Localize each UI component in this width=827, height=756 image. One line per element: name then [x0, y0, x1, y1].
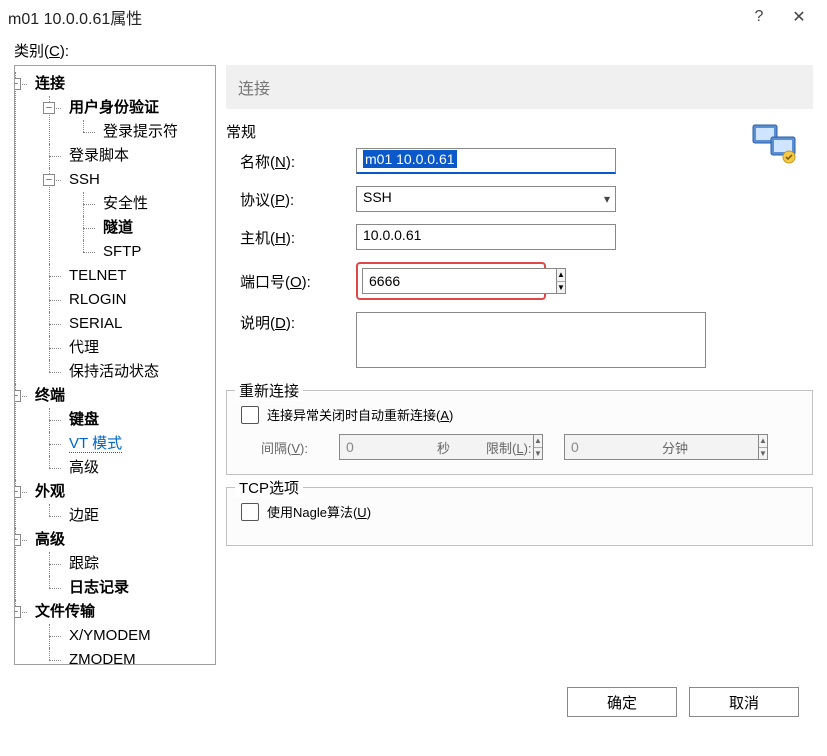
protocol-label: 协议(P): [226, 189, 356, 210]
spinner-buttons: ▲▼ [758, 434, 768, 460]
spin-down-icon[interactable]: ▼ [557, 282, 565, 294]
tree-file-transfer[interactable]: −文件传输 X/YMODEM ZMODEM [21, 600, 213, 665]
tree-keepalive[interactable]: 保持活动状态 [55, 360, 213, 384]
collapse-icon[interactable]: − [14, 486, 21, 498]
tree-telnet[interactable]: TELNET [55, 264, 213, 288]
nagle-label: 使用Nagle算法(U) [267, 502, 371, 521]
category-tree[interactable]: −连接 −用户身份验证 登录提示符 登录脚本 −SSH 安全性 [14, 65, 216, 665]
tcp-legend: TCP选项 [235, 477, 303, 498]
titlebar: m01 10.0.0.61属性 ? ✕ [0, 0, 827, 34]
tree-keyboard[interactable]: 键盘 [55, 408, 213, 432]
interval-spinner: ▲▼ [339, 434, 429, 460]
tree-tunnel[interactable]: 隧道 [89, 216, 213, 240]
spinner-buttons[interactable]: ▲▼ [556, 268, 566, 294]
collapse-icon[interactable]: − [43, 174, 55, 186]
panel-header: 连接 [226, 65, 813, 109]
tree-vt-mode[interactable]: VT 模式 [55, 432, 213, 456]
desc-label: 说明(D): [226, 312, 356, 333]
port-spinner[interactable]: ▲▼ [362, 268, 482, 294]
protocol-select[interactable]: SSH ▾ [356, 186, 616, 212]
reconnect-group: 重新连接 连接异常关闭时自动重新连接(A) 间隔(V): ▲▼ 秒 [226, 390, 813, 475]
limit-input [564, 434, 758, 460]
limit-unit: 分钟 [662, 438, 688, 457]
interval-unit: 秒 [437, 438, 450, 457]
description-textarea[interactable] [356, 312, 706, 368]
collapse-icon[interactable]: − [14, 390, 21, 402]
help-button[interactable]: ? [739, 2, 779, 32]
auto-reconnect-checkbox[interactable]: 连接异常关闭时自动重新连接(A) [241, 405, 798, 424]
tree-user-auth[interactable]: −用户身份验证 登录提示符 [55, 96, 213, 144]
checkbox-icon [241, 406, 259, 424]
tree-ssh[interactable]: −SSH 安全性 隧道 SFTP [55, 168, 213, 264]
spin-up-icon: ▲ [759, 435, 767, 448]
nagle-checkbox[interactable]: 使用Nagle算法(U) [241, 502, 798, 521]
tree-advanced[interactable]: 高级 [55, 456, 213, 480]
tree-serial[interactable]: SERIAL [55, 312, 213, 336]
host-label: 主机(H): [226, 227, 356, 248]
tree-log[interactable]: 日志记录 [55, 576, 213, 600]
tree-login-script[interactable]: 登录脚本 [55, 144, 213, 168]
tree-login-prompt[interactable]: 登录提示符 [89, 120, 213, 144]
collapse-icon[interactable]: − [14, 606, 21, 618]
port-highlight: ▲▼ [356, 262, 546, 300]
section-general: 常规 [226, 121, 813, 142]
checkbox-icon [241, 503, 259, 521]
connection-icon [751, 123, 799, 169]
close-button[interactable]: ✕ [779, 2, 819, 32]
host-input[interactable]: 10.0.0.61 [356, 224, 616, 250]
tree-xymodem[interactable]: X/YMODEM [55, 624, 213, 648]
window-title: m01 10.0.0.61属性 [8, 5, 739, 29]
tree-rlogin[interactable]: RLOGIN [55, 288, 213, 312]
port-input[interactable] [362, 268, 556, 294]
spin-down-icon: ▼ [759, 448, 767, 460]
cancel-button[interactable]: 取消 [689, 687, 799, 717]
tree-terminal[interactable]: −终端 键盘 VT 模式 高级 [21, 384, 213, 480]
tree-zmodem[interactable]: ZMODEM [55, 648, 213, 665]
tree-margin[interactable]: 边距 [55, 504, 213, 528]
limit-spinner: ▲▼ [564, 434, 654, 460]
interval-label: 间隔(V): [261, 438, 331, 457]
collapse-icon[interactable]: − [14, 534, 21, 546]
category-label: 类别(C): [14, 40, 813, 61]
tree-appearance[interactable]: −外观 边距 [21, 480, 213, 528]
tree-connection[interactable]: −连接 −用户身份验证 登录提示符 登录脚本 −SSH 安全性 [21, 72, 213, 384]
port-label: 端口号(O): [226, 271, 356, 292]
tree-sftp[interactable]: SFTP [89, 240, 213, 264]
tree-proxy[interactable]: 代理 [55, 336, 213, 360]
name-label: 名称(N): [226, 151, 356, 172]
tree-security[interactable]: 安全性 [89, 192, 213, 216]
collapse-icon[interactable]: − [43, 102, 55, 114]
tcp-group: TCP选项 使用Nagle算法(U) [226, 487, 813, 546]
collapse-icon[interactable]: − [14, 78, 21, 90]
ok-button[interactable]: 确定 [567, 687, 677, 717]
auto-reconnect-label: 连接异常关闭时自动重新连接(A) [267, 405, 453, 424]
tree-advanced2[interactable]: −高级 跟踪 日志记录 [21, 528, 213, 600]
reconnect-legend: 重新连接 [235, 380, 303, 401]
tree-trace[interactable]: 跟踪 [55, 552, 213, 576]
limit-label: 限制(L): [486, 438, 556, 457]
name-input[interactable]: m01 10.0.0.61 [356, 148, 616, 174]
spin-up-icon[interactable]: ▲ [557, 269, 565, 282]
